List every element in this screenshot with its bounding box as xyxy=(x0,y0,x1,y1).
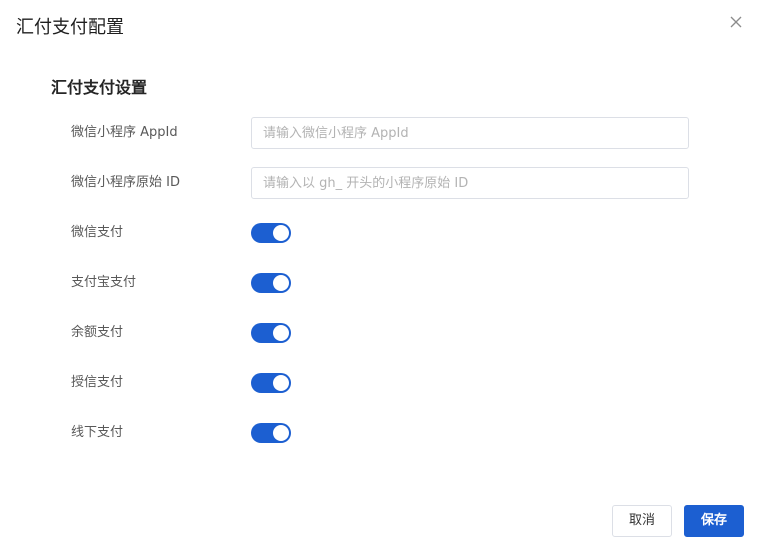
cancel-button[interactable]: 取消 xyxy=(612,505,672,537)
credit-pay-label: 授信支付 xyxy=(71,375,124,390)
close-icon xyxy=(730,16,742,28)
switch-knob xyxy=(273,275,289,291)
form-row-alipay: 支付宝支付 xyxy=(0,267,757,299)
appid-input[interactable] xyxy=(251,117,689,149)
switch-knob xyxy=(273,225,289,241)
alipay-switch[interactable] xyxy=(251,273,291,293)
dialog-title: 汇付支付配置 xyxy=(16,17,124,38)
save-button[interactable]: 保存 xyxy=(684,505,744,537)
form-row-wechat-pay: 微信支付 xyxy=(0,217,757,249)
original-id-label: 微信小程序原始 ID xyxy=(71,175,180,190)
form-row-original-id: 微信小程序原始 ID xyxy=(0,167,757,199)
switch-knob xyxy=(273,375,289,391)
payment-config-dialog: 汇付支付配置 汇付支付设置 微信小程序 AppId 微信小程序原始 ID 微信支… xyxy=(0,0,757,553)
balance-pay-label: 余额支付 xyxy=(71,325,124,340)
switch-knob xyxy=(273,425,289,441)
alipay-label: 支付宝支付 xyxy=(71,275,137,290)
credit-pay-switch[interactable] xyxy=(251,373,291,393)
form-row-offline-pay: 线下支付 xyxy=(0,417,757,449)
original-id-input[interactable] xyxy=(251,167,689,199)
form-row-balance-pay: 余额支付 xyxy=(0,317,757,349)
switch-knob xyxy=(273,325,289,341)
close-button[interactable] xyxy=(726,12,746,32)
wechat-pay-label: 微信支付 xyxy=(71,225,124,240)
offline-pay-switch[interactable] xyxy=(251,423,291,443)
wechat-pay-switch[interactable] xyxy=(251,223,291,243)
offline-pay-label: 线下支付 xyxy=(71,425,124,440)
form-row-credit-pay: 授信支付 xyxy=(0,367,757,399)
balance-pay-switch[interactable] xyxy=(251,323,291,343)
appid-label: 微信小程序 AppId xyxy=(71,125,178,140)
form-row-appid: 微信小程序 AppId xyxy=(0,117,757,149)
section-title: 汇付支付设置 xyxy=(51,78,148,97)
